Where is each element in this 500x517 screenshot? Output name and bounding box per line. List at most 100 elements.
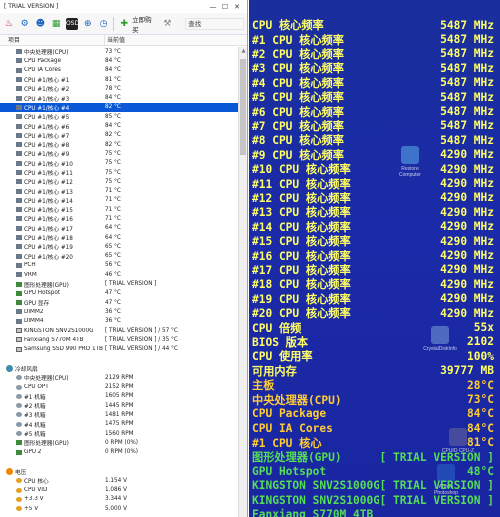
osd-row: GPU Hotspot 48°C <box>252 464 494 478</box>
tree-row[interactable]: GPU 2 0 RPM (0%) <box>0 447 238 456</box>
tree-row[interactable]: CPU #1/核心 #18 64 °C <box>0 233 238 242</box>
tree-row[interactable]: 图形处理器(GPU) 0 RPM (0%) <box>0 438 238 447</box>
scroll-up-arrow[interactable]: ▲ <box>239 47 247 55</box>
tree-row[interactable]: CPU VID 1.086 V <box>0 485 238 494</box>
tree-row-name: CPU VID <box>0 487 104 493</box>
tree-row[interactable]: +3.3 V 3.344 V <box>0 495 238 504</box>
tree-row[interactable]: GPU Hotspot 47 °C <box>0 289 238 298</box>
tree-row[interactable]: 中央处理器(CPU) 2129 RPM <box>0 373 238 382</box>
osd-row: #12 CPU 核心频率 4290 MHz <box>252 191 494 205</box>
tree-row[interactable]: CPU OPT 2152 RPM <box>0 382 238 391</box>
chip-icon <box>16 188 22 194</box>
tree-row[interactable]: KINGSTON SNV2S1000G [ TRIAL VERSION ] / 5… <box>0 326 238 335</box>
tree-row[interactable]: CPU #1/核心 #6 84 °C <box>0 121 238 131</box>
tree-row[interactable]: CPU #1/核心 #10 75 °C <box>0 159 238 168</box>
tree-row[interactable]: DIMM2 36 °C <box>0 307 238 316</box>
tree-row[interactable]: CPU #1/核心 #3 84 °C <box>0 93 238 103</box>
tree-row[interactable]: VRM 46 °C <box>0 270 238 279</box>
close-button[interactable]: ✕ <box>231 3 243 11</box>
tree-row[interactable]: CPU IA Cores 84 °C <box>0 66 238 75</box>
tree-row[interactable]: CPU #1/核心 #20 65 °C <box>0 252 238 261</box>
tree-row[interactable]: PCH 56 °C <box>0 261 238 270</box>
tree-row-label: DIMM4 <box>24 318 44 325</box>
column-value[interactable]: 当前值 <box>104 35 125 45</box>
tree-row[interactable]: CPU #1/核心 #12 75 °C <box>0 177 238 186</box>
tree-row[interactable]: 图形处理器(GPU) [ TRIAL VERSION ] <box>0 279 238 289</box>
tree-row[interactable]: #5 机箱 1560 RPM <box>0 429 238 438</box>
tree-row[interactable]: CPU #1/核心 #17 64 °C <box>0 224 238 233</box>
tree-row-name: CPU #1/核心 #18 <box>0 233 104 242</box>
tree-row[interactable]: CPU #1/核心 #9 75 °C <box>0 149 238 158</box>
chip-icon <box>16 142 22 148</box>
scrollbar-thumb[interactable] <box>240 59 246 155</box>
tree-row[interactable]: CPU Package 84 °C <box>0 56 238 65</box>
chip-icon <box>16 58 22 64</box>
tree-row-label: VRM <box>24 271 37 278</box>
tree-row[interactable]: CPU #1/核心 #14 71 °C <box>0 196 238 205</box>
tree-row-value: 1481 RPM <box>105 411 134 418</box>
tree-row-value: 2152 RPM <box>105 384 134 391</box>
tree-row[interactable]: #1 机箱 1605 RPM <box>0 392 238 401</box>
tree-row-value: 2129 RPM <box>105 374 134 381</box>
chart-icon[interactable]: ▦ <box>50 18 62 30</box>
osd-value: 5487 MHz <box>440 47 494 61</box>
osd-value: 5487 MHz <box>440 119 494 133</box>
tree-row[interactable]: CPU #1/核心 #4 82 °C <box>0 102 238 113</box>
tree-row[interactable]: Samsung SSD 990 PRO 1TB[ TRIAL VERSION ]… <box>0 345 238 354</box>
tree-row-label: CPU IA Cores <box>24 67 61 74</box>
tree-row-value: 1560 RPM <box>105 430 134 437</box>
users-icon[interactable]: ☻ <box>34 18 46 30</box>
tree-row[interactable]: 中央处理器(CPU) 73 °C <box>0 47 238 56</box>
chip-icon <box>16 244 22 250</box>
buy-button[interactable]: ✚ 立即购买 <box>118 14 157 34</box>
tree-row[interactable]: +5 V 5.000 V <box>0 504 238 513</box>
tree-row[interactable]: CPU #1/核心 #15 71 °C <box>0 205 238 214</box>
tree-row-label: CPU #1/核心 #18 <box>24 236 73 243</box>
osd-row: #1 CPU 核心 81°C <box>252 436 494 450</box>
osd-value: 2102 <box>467 335 494 349</box>
column-header: 项目 当前值 <box>0 35 247 46</box>
tree-row[interactable]: CPU #1/核心 #7 82 °C <box>0 131 238 140</box>
network-icon[interactable]: ⊕ <box>82 18 94 30</box>
tree-row[interactable]: CPU #1/核心 #2 78 °C <box>0 84 238 93</box>
tree-row-value: 85 °C <box>105 113 121 120</box>
tree-row[interactable]: CPU #1/核心 #8 82 °C <box>0 140 238 149</box>
tree-row-label: GPU Hotspot <box>24 290 61 297</box>
tree-row[interactable]: #3 机箱 1481 RPM <box>0 410 238 419</box>
tree-row[interactable]: CPU 核心 1.154 V <box>0 476 238 485</box>
tree-row[interactable]: #4 机箱 1475 RPM <box>0 420 238 429</box>
tree-row-name: 中央处理器(CPU) <box>0 47 104 56</box>
tree-row[interactable]: CPU #1/核心 #5 85 °C <box>0 112 238 121</box>
tree-row-value: 75 °C <box>105 169 121 176</box>
tree-row-label: CPU #1/核心 #14 <box>24 198 73 205</box>
tree-row[interactable]: CPU #1/核心 #19 65 °C <box>0 242 238 251</box>
minimize-button[interactable]: — <box>207 3 219 11</box>
osd-row: #19 CPU 核心频率 4290 MHz <box>252 292 494 306</box>
gpu-icon <box>16 440 22 446</box>
tree-row[interactable]: DIMM4 36 °C <box>0 317 238 326</box>
tree-row[interactable]: CPU #1/核心 #1 81 °C <box>0 75 238 84</box>
tree-row[interactable]: GPU 显存 47 °C <box>0 298 238 307</box>
tree-row[interactable]: CPU #1/核心 #13 71 °C <box>0 186 238 196</box>
tree-row-value: [ TRIAL VERSION ] <box>105 281 157 288</box>
osd-icon[interactable]: OSD <box>65 17 79 30</box>
vertical-scrollbar[interactable]: ▲ <box>238 47 247 517</box>
tree-section[interactable]: 电压 <box>0 466 238 476</box>
tree-row[interactable]: CPU #1/核心 #11 75 °C <box>0 168 238 177</box>
disk-icon <box>16 328 22 334</box>
tree-row[interactable]: Fanxiang S770M 4TB [ TRIAL VERSION ] / 35… <box>0 335 238 344</box>
tree-row-value: 82 °C <box>105 132 121 139</box>
search-field[interactable]: 查找 <box>185 17 244 30</box>
benchmark-icon[interactable]: ⚙ <box>19 18 31 30</box>
flame-icon[interactable]: ♨ <box>3 18 15 30</box>
clock-icon[interactable]: ◷ <box>98 18 110 30</box>
tree-row[interactable]: CPU #1/核心 #16 71 °C <box>0 214 238 223</box>
tree-row-name: CPU #1/核心 #2 <box>0 84 104 93</box>
tools-icon[interactable]: ⚒ <box>162 18 174 30</box>
voltage-section-icon <box>6 467 13 475</box>
column-item[interactable]: 项目 <box>0 35 104 45</box>
tree-section[interactable]: 冷却风扇 <box>0 363 238 373</box>
chip-icon <box>16 207 22 213</box>
tree-row[interactable]: #2 机箱 1445 RPM <box>0 401 238 410</box>
maximize-button[interactable]: ☐ <box>219 3 231 11</box>
